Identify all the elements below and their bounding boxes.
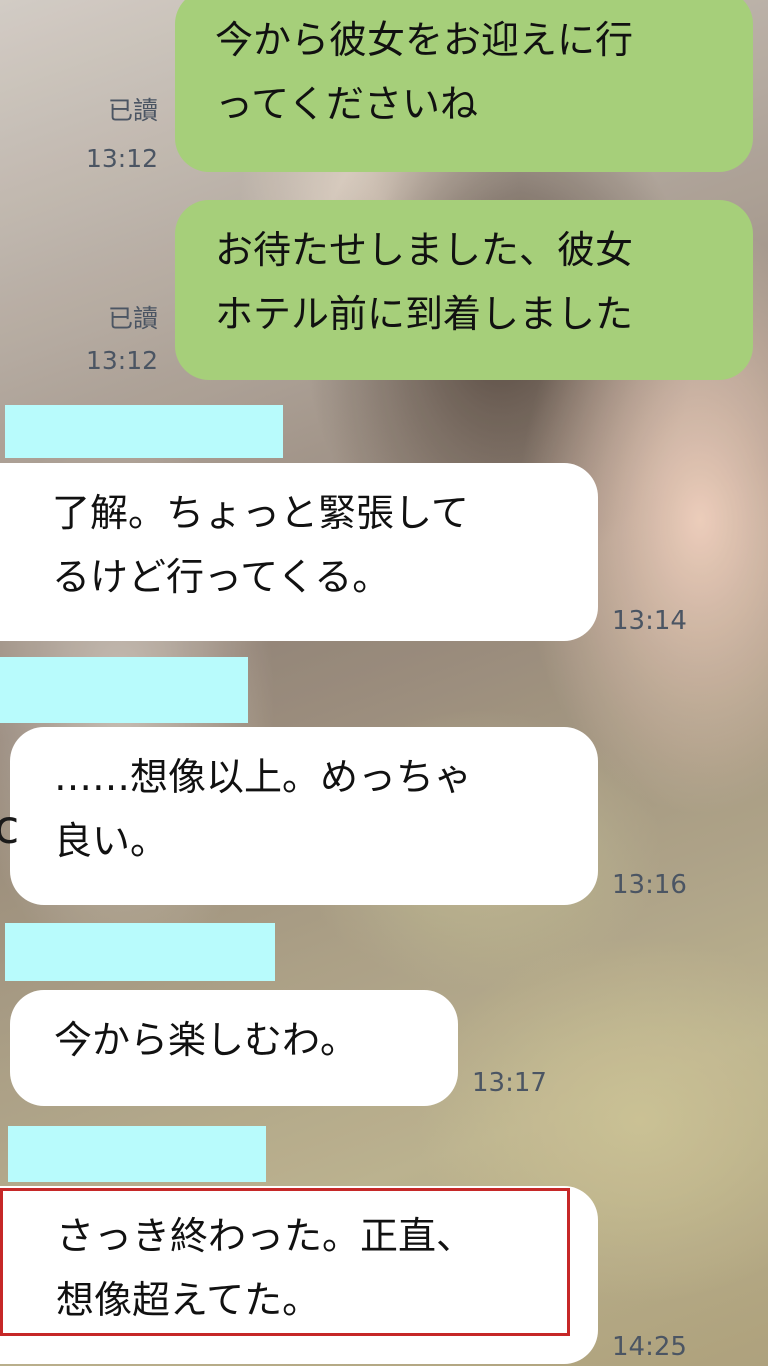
highlight-box bbox=[0, 1188, 570, 1336]
redacted-sender-name bbox=[8, 1126, 266, 1182]
received-message-bubble[interactable]: ……想像以上。めっちゃ 良い。 bbox=[10, 727, 598, 905]
message-timestamp: 14:25 bbox=[612, 1332, 687, 1362]
cropped-edge-glyph: c bbox=[0, 800, 20, 854]
read-receipt: 已讀 bbox=[107, 96, 158, 125]
sent-message-bubble[interactable]: お待たせしました、彼女 ホテル前に到着しました bbox=[175, 200, 753, 380]
message-timestamp: 13:17 bbox=[472, 1068, 547, 1098]
message-timestamp: 13:12 bbox=[85, 346, 158, 375]
redacted-sender-name bbox=[5, 923, 275, 981]
message-timestamp: 13:16 bbox=[612, 870, 687, 900]
message-timestamp: 13:12 bbox=[85, 144, 158, 173]
redacted-sender-name bbox=[5, 405, 283, 458]
received-message-bubble[interactable]: 今から楽しむわ。 bbox=[10, 990, 458, 1106]
read-receipt: 已讀 bbox=[107, 304, 158, 333]
redacted-sender-name bbox=[0, 657, 248, 723]
message-timestamp: 13:14 bbox=[612, 606, 687, 636]
received-message-bubble[interactable]: 了解。ちょっと緊張して るけど行ってくる。 bbox=[0, 463, 598, 641]
sent-message-bubble[interactable]: 今から彼女をお迎えに行 ってくださいね bbox=[175, 0, 753, 172]
